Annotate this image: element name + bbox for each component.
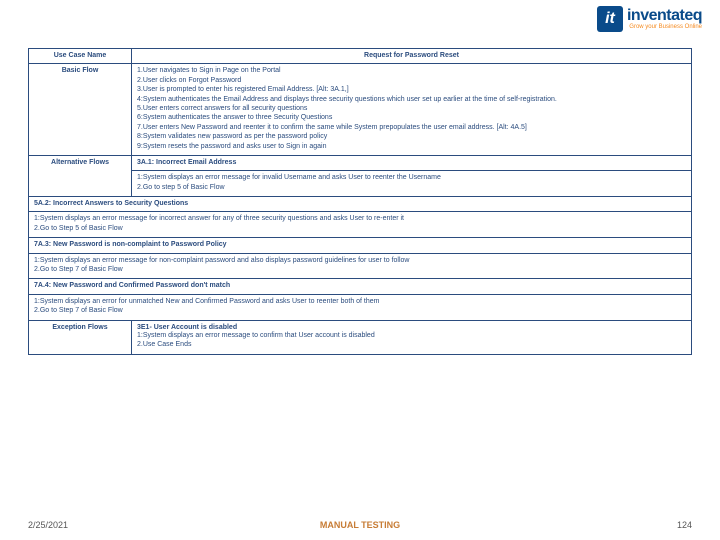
alt-7a4-head-cell: 7A.4: New Password and Confirmed Passwor… bbox=[29, 279, 692, 294]
list-item: 2.Go to step 5 of Basic Flow bbox=[137, 184, 686, 192]
logo-tagline: Grow your Business Online bbox=[629, 24, 702, 30]
basic-flow-steps: 1.User navigates to Sign in Page on the … bbox=[137, 67, 686, 151]
alt-3a1-head-cell: 3A.1: Incorrect Email Address bbox=[132, 155, 692, 170]
list-item: 2.Go to Step 7 of Basic Flow bbox=[34, 266, 686, 274]
list-item: 2.Go to Step 7 of Basic Flow bbox=[34, 307, 686, 315]
list-item: 2.User clicks on Forgot Password bbox=[137, 77, 686, 85]
footer-date: 2/25/2021 bbox=[28, 520, 68, 530]
list-item: 1:System displays an error message for i… bbox=[34, 215, 686, 223]
basic-flow-cell: 1.User navigates to Sign in Page on the … bbox=[132, 64, 692, 156]
alt-7a3-head-cell: 7A.3: New Password is non-complaint to P… bbox=[29, 238, 692, 253]
list-item: 1:System displays an error for unmatched… bbox=[34, 298, 686, 306]
exception-3e1-head: 3E1- User Account is disabled bbox=[137, 324, 237, 331]
alt-3a1-steps: 1:System displays an error message for i… bbox=[137, 174, 686, 192]
footer-title: MANUAL TESTING bbox=[0, 520, 720, 530]
alt-7a3-head: 7A.3: New Password is non-complaint to P… bbox=[34, 241, 227, 248]
list-item: 1:System displays an error message for i… bbox=[137, 174, 686, 182]
list-item: 6:System authenticates the answer to thr… bbox=[137, 114, 686, 122]
alt-flows-label: Alternative Flows bbox=[29, 155, 132, 196]
alt-7a3-steps: 1:System displays an error message for n… bbox=[34, 257, 686, 275]
list-item: 9:System resets the password and asks us… bbox=[137, 143, 686, 151]
list-item: 5.User enters correct answers for all se… bbox=[137, 105, 686, 113]
list-item: 7.User enters New Password and reenter i… bbox=[137, 124, 686, 132]
exception-flows-label: Exception Flows bbox=[29, 320, 132, 354]
exception-3e1-steps: 1:System displays an error message to co… bbox=[137, 332, 686, 350]
alt-7a4-steps: 1:System displays an error for unmatched… bbox=[34, 298, 686, 316]
footer-page: 124 bbox=[677, 520, 692, 530]
slide-footer: 2/25/2021 MANUAL TESTING 124 bbox=[0, 520, 720, 530]
logo-text: inventateq Grow your Business Online bbox=[627, 8, 702, 30]
list-item: 1.User navigates to Sign in Page on the … bbox=[137, 67, 686, 75]
use-case-name-value: Request for Password Reset bbox=[132, 49, 692, 64]
alt-7a4-steps-cell: 1:System displays an error for unmatched… bbox=[29, 294, 692, 320]
list-item: 3.User is prompted to enter his register… bbox=[137, 86, 686, 94]
list-item: 2.Use Case Ends bbox=[137, 341, 686, 349]
alt-5a2-steps-cell: 1:System displays an error message for i… bbox=[29, 212, 692, 238]
list-item: 2.Go to Step 5 of Basic Flow bbox=[34, 225, 686, 233]
basic-flow-label: Basic Flow bbox=[29, 64, 132, 156]
brand-logo: it inventateq Grow your Business Online bbox=[597, 6, 702, 32]
alt-7a3-steps-cell: 1:System displays an error message for n… bbox=[29, 253, 692, 279]
list-item: 8:System validates new password as per t… bbox=[137, 133, 686, 141]
alt-7a4-head: 7A.4: New Password and Confirmed Passwor… bbox=[34, 282, 230, 289]
alt-5a2-head: 5A.2: Incorrect Answers to Security Ques… bbox=[34, 200, 188, 207]
logo-name: inventateq bbox=[627, 7, 702, 24]
use-case-table: Use Case Name Request for Password Reset… bbox=[28, 48, 692, 355]
alt-5a2-steps: 1:System displays an error message for i… bbox=[34, 215, 686, 233]
alt-5a2-head-cell: 5A.2: Incorrect Answers to Security Ques… bbox=[29, 197, 692, 212]
logo-badge-icon: it bbox=[597, 6, 623, 32]
use-case-name-label: Use Case Name bbox=[29, 49, 132, 64]
exception-3e1-cell: 3E1- User Account is disabled 1:System d… bbox=[132, 320, 692, 354]
slide: it inventateq Grow your Business Online … bbox=[0, 0, 720, 540]
alt-3a1-steps-cell: 1:System displays an error message for i… bbox=[132, 171, 692, 197]
list-item: 1:System displays an error message for n… bbox=[34, 257, 686, 265]
alt-3a1-head: 3A.1: Incorrect Email Address bbox=[137, 159, 236, 166]
list-item: 1:System displays an error message to co… bbox=[137, 332, 686, 340]
list-item: 4:System authenticates the Email Address… bbox=[137, 96, 686, 104]
